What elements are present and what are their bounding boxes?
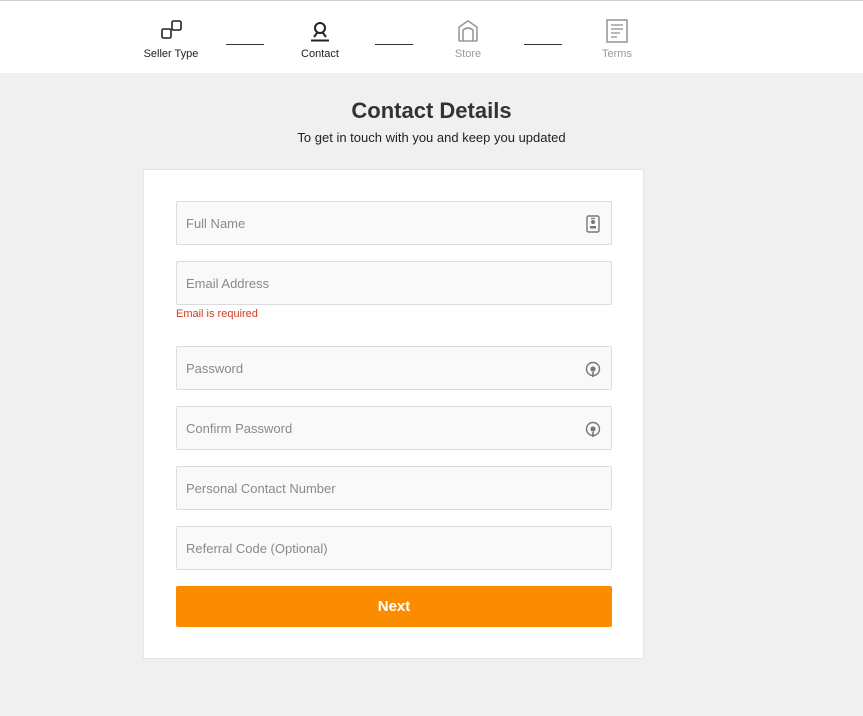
contact-form-card: Email is required Next [143,169,644,659]
full-name-input[interactable] [177,202,611,244]
step-terms[interactable]: Terms [577,19,657,60]
step-contact[interactable]: Contact [280,19,360,60]
id-card-icon [586,215,600,233]
confirm-password-field [176,406,612,450]
step-label: Contact [301,48,339,60]
email-field [176,261,612,305]
password-input[interactable] [177,347,611,389]
step-store[interactable]: Store [428,19,508,60]
eye-icon[interactable] [585,360,601,378]
referral-code-input[interactable] [177,527,611,569]
confirm-password-input[interactable] [177,407,611,449]
email-input[interactable] [177,262,611,304]
seller-type-icon [161,20,182,39]
password-field [176,346,612,390]
store-icon [458,20,478,42]
eye-icon[interactable] [585,420,601,438]
step-label: Store [454,48,482,60]
step-connector [226,44,264,45]
person-icon [311,22,329,42]
contact-number-field [176,466,612,510]
referral-code-field [176,526,612,570]
email-error-message: Email is required [176,308,258,320]
contact-number-input[interactable] [177,467,611,509]
page-title: Contact Details [351,98,512,123]
step-seller-type[interactable]: Seller Type [131,19,211,60]
document-icon [606,19,628,43]
step-label: Terms [602,48,632,60]
step-label: Seller Type [143,48,199,60]
step-connector [375,44,413,45]
progress-stepper: Seller Type Contact Store Terms [0,0,863,73]
next-button[interactable]: Next [176,586,612,627]
page-subtitle: To get in touch with you and keep you up… [297,130,566,145]
full-name-field [176,201,612,245]
step-connector [524,44,562,45]
